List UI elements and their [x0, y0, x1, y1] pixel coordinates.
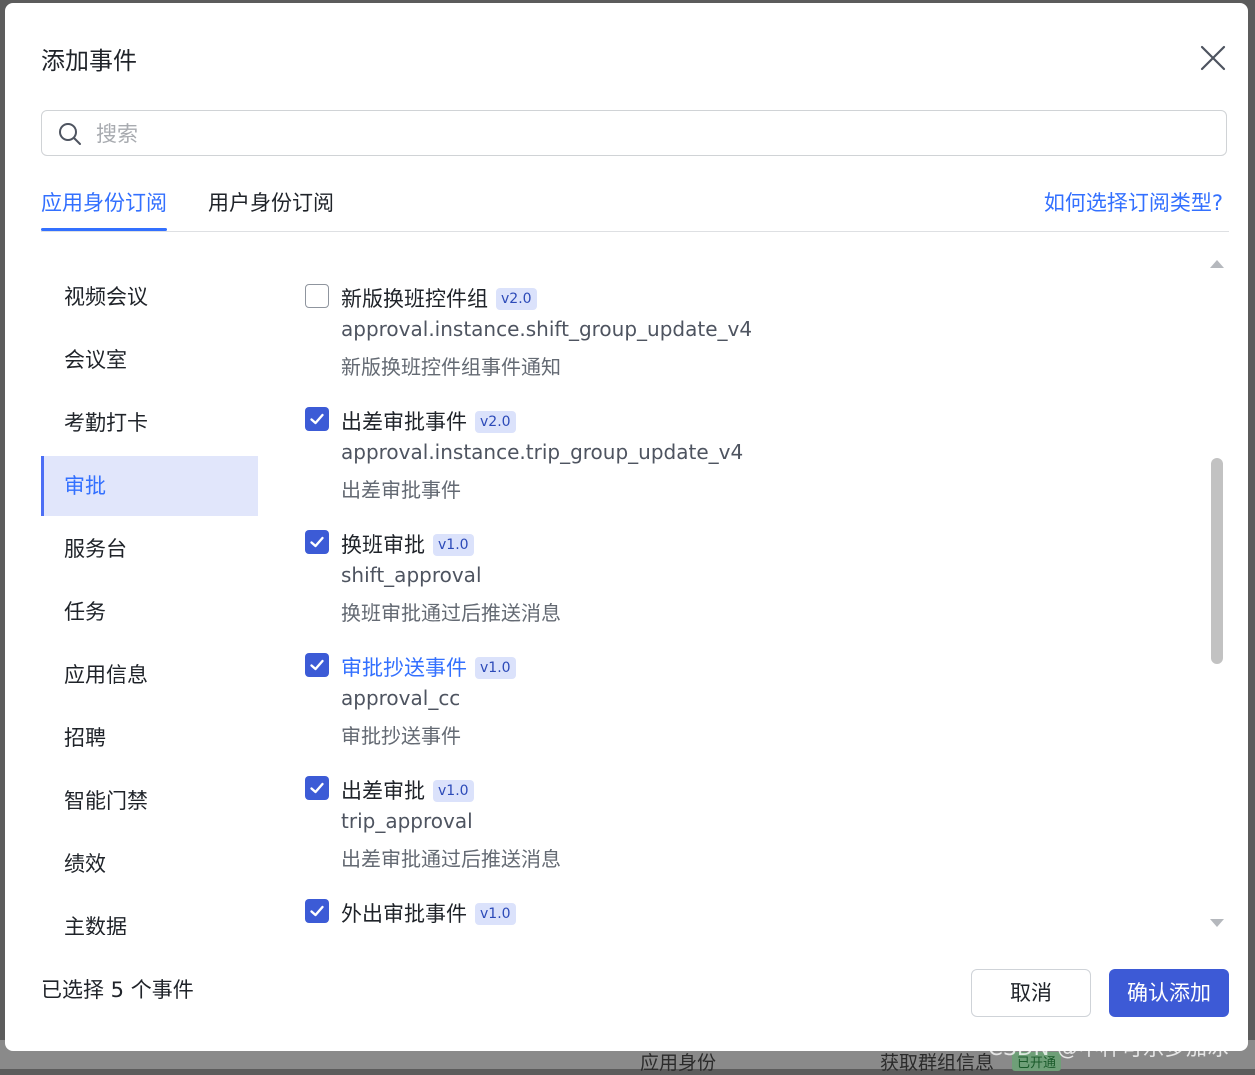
- checkmark-icon: [310, 536, 324, 548]
- version-badge: v1.0: [475, 657, 516, 679]
- event-name-text: 出差审批事件: [341, 410, 467, 434]
- event-checkbox[interactable]: [305, 530, 329, 554]
- checkmark-icon: [310, 413, 324, 425]
- version-badge: v2.0: [475, 411, 516, 433]
- version-badge: v1.0: [475, 903, 516, 925]
- version-badge: v2.0: [496, 288, 537, 310]
- search-input[interactable]: [94, 117, 1198, 151]
- sidebar-item-app-info[interactable]: 应用信息: [41, 645, 258, 705]
- sidebar-item-video-meeting[interactable]: 视频会议: [41, 267, 258, 327]
- scroll-down-arrow-icon[interactable]: [1209, 918, 1225, 930]
- event-checkbox[interactable]: [305, 407, 329, 431]
- version-badge: v1.0: [433, 780, 474, 802]
- sidebar-item-attendance[interactable]: 考勤打卡: [41, 393, 258, 453]
- cancel-button[interactable]: 取消: [971, 969, 1091, 1017]
- checkmark-icon: [310, 782, 324, 794]
- event-item: 换班审批 v1.0 shift_approval 换班审批通过后推送消息: [303, 521, 1183, 644]
- event-name: 出差审批事件 v2.0: [341, 406, 516, 436]
- event-description: 出差审批通过后推送消息: [341, 847, 561, 871]
- event-description: 新版换班控件组事件通知: [341, 355, 561, 379]
- sidebar-item-meeting-room[interactable]: 会议室: [41, 330, 258, 390]
- event-key: trip_approval: [341, 809, 473, 833]
- background-item-app-identity: 应用身份: [640, 1052, 717, 1074]
- scrollbar-thumb[interactable]: [1211, 458, 1223, 664]
- event-key: out_approval: [341, 932, 471, 935]
- sidebar-item-helpdesk[interactable]: 服务台: [41, 519, 258, 579]
- event-description: 出差审批事件: [341, 478, 461, 502]
- event-name-text: 新版换班控件组: [341, 287, 488, 311]
- event-description: 换班审批通过后推送消息: [341, 601, 561, 625]
- event-checkbox[interactable]: [305, 653, 329, 677]
- version-badge: v1.0: [433, 534, 474, 556]
- background-item-group-info: 获取群组信息: [880, 1052, 995, 1074]
- category-sidebar: 视频会议 会议室 考勤打卡 审批 服务台 任务 应用信息 招聘 智能门禁 绩效 …: [41, 267, 258, 935]
- event-checkbox[interactable]: [305, 776, 329, 800]
- modal-title: 添加事件: [41, 47, 137, 75]
- event-key: approval.instance.trip_group_update_v4: [341, 440, 744, 464]
- confirm-add-button[interactable]: 确认添加: [1109, 969, 1229, 1017]
- active-tab-indicator: [41, 228, 167, 231]
- help-link-subscription-type[interactable]: 如何选择订阅类型?: [1044, 187, 1223, 217]
- event-key: shift_approval: [341, 563, 482, 587]
- checkmark-icon: [310, 905, 324, 917]
- event-name: 换班审批 v1.0: [341, 529, 474, 559]
- sidebar-item-approval[interactable]: 审批: [41, 456, 258, 516]
- event-description: 审批抄送事件: [341, 724, 461, 748]
- search-box[interactable]: [41, 110, 1227, 156]
- event-key: approval.instance.shift_group_update_v4: [341, 317, 753, 341]
- sidebar-item-task[interactable]: 任务: [41, 582, 258, 642]
- event-name: 外出审批事件 v1.0: [341, 898, 516, 928]
- checkmark-icon: [310, 659, 324, 671]
- selected-count: 已选择 5 个事件: [41, 978, 194, 1002]
- scroll-up-arrow-icon[interactable]: [1209, 257, 1225, 269]
- tab-app-identity-subscription[interactable]: 应用身份订阅: [41, 187, 167, 217]
- event-name-text: 审批抄送事件: [341, 656, 467, 680]
- close-icon: [1200, 45, 1226, 71]
- sidebar-item-recruitment[interactable]: 招聘: [41, 708, 258, 768]
- subscription-tabs: 应用身份订阅 用户身份订阅 如何选择订阅类型?: [41, 173, 1229, 232]
- sidebar-item-master-data[interactable]: 主数据: [41, 897, 258, 935]
- search-icon: [59, 123, 81, 145]
- event-item: 出差审批事件 v2.0 approval.instance.trip_group_…: [303, 398, 1183, 521]
- tab-user-identity-subscription[interactable]: 用户身份订阅: [208, 187, 334, 217]
- event-key: approval_cc: [341, 686, 461, 710]
- event-item: 新版换班控件组 v2.0 approval.instance.shift_grou…: [303, 275, 1183, 398]
- watermark: CSDN @中杯可乐多加冰: [988, 1036, 1230, 1060]
- event-name: 出差审批 v1.0: [341, 775, 474, 805]
- event-checkbox[interactable]: [305, 899, 329, 923]
- event-name-text: 出差审批: [341, 779, 425, 803]
- event-name: 审批抄送事件 v1.0: [341, 652, 516, 682]
- event-checkbox[interactable]: [305, 284, 329, 308]
- sidebar-item-performance[interactable]: 绩效: [41, 834, 258, 894]
- add-event-modal: 添加事件 应用身份订阅 用户身份订阅 如何选择订阅类型? 视频会议 会议室 考勤…: [5, 3, 1248, 1051]
- close-button[interactable]: [1196, 41, 1230, 75]
- event-item: 审批抄送事件 v1.0 approval_cc 审批抄送事件: [303, 644, 1183, 767]
- event-name: 新版换班控件组 v2.0: [341, 283, 537, 313]
- sidebar-item-smart-access[interactable]: 智能门禁: [41, 771, 258, 831]
- event-name-text: 换班审批: [341, 533, 425, 557]
- event-list: 新版换班控件组 v2.0 approval.instance.shift_grou…: [303, 267, 1183, 935]
- event-item: 外出审批事件 v1.0 out_approval: [303, 890, 1183, 935]
- event-item: 出差审批 v1.0 trip_approval 出差审批通过后推送消息: [303, 767, 1183, 890]
- event-name-text: 外出审批事件: [341, 902, 467, 926]
